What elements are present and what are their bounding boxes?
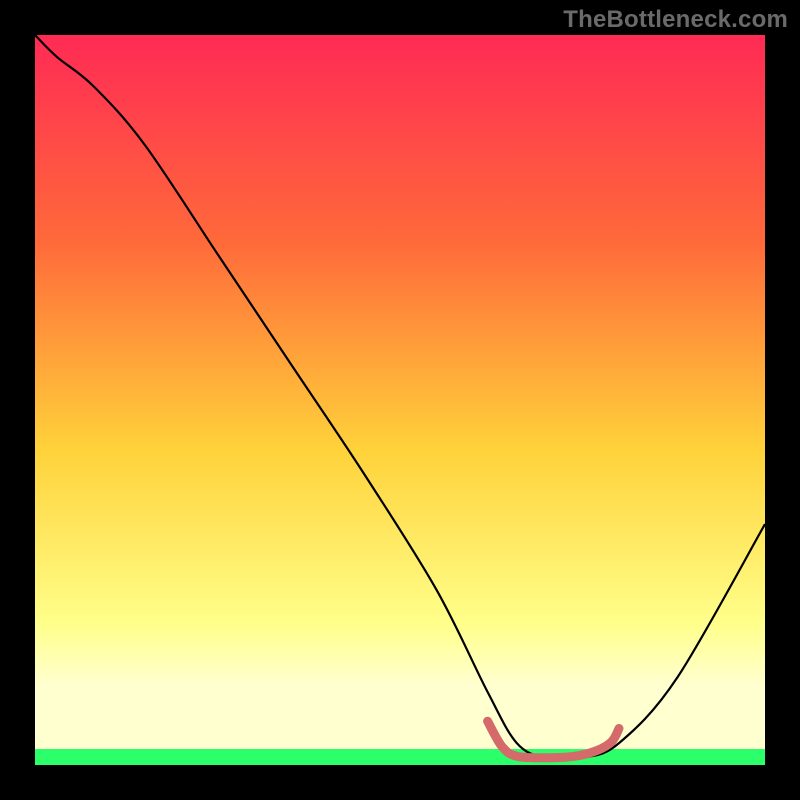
green-band xyxy=(35,749,765,765)
chart-stage: TheBottleneck.com xyxy=(0,0,800,800)
bottleneck-chart xyxy=(35,35,765,765)
gradient-background xyxy=(35,35,765,727)
plot-area xyxy=(35,35,765,765)
pale-yellow-band xyxy=(35,727,765,749)
watermark-text: TheBottleneck.com xyxy=(563,6,788,34)
